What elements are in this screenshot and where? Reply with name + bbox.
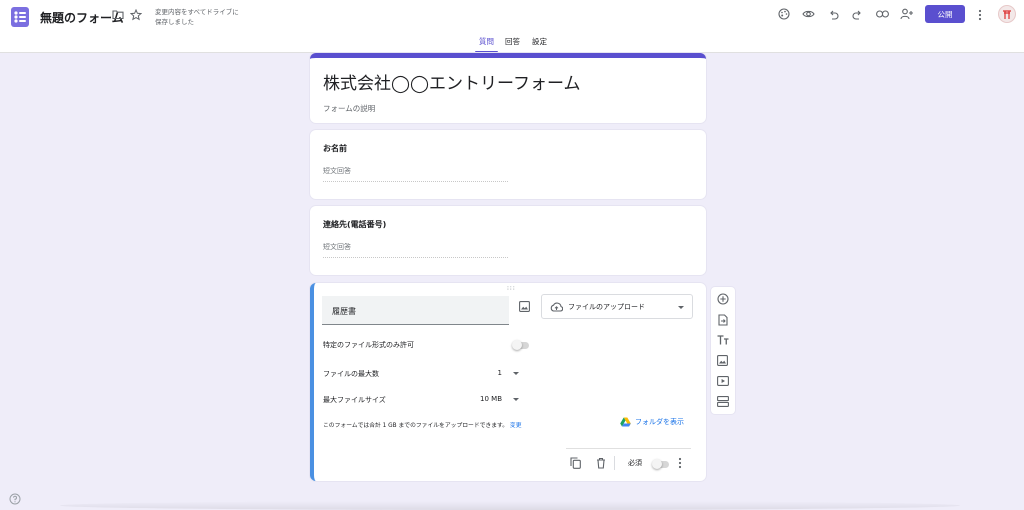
view-folder-link[interactable]: フォルダを表示	[635, 417, 684, 427]
add-title-icon[interactable]	[717, 335, 729, 345]
max-file-size-value: 10 MB	[480, 395, 502, 403]
drive-icon	[620, 417, 631, 427]
question-type-label: ファイルのアップロード	[568, 303, 645, 311]
link-icon[interactable]	[876, 10, 889, 18]
redo-icon[interactable]	[852, 9, 863, 20]
tab-bar: 質問 回答 設定	[0, 36, 1024, 53]
tab-settings[interactable]: 設定	[532, 36, 547, 53]
page-bottom-shadow	[60, 501, 960, 510]
question-card-name[interactable]: お名前 短文回答	[310, 130, 706, 199]
question-label: お名前	[323, 144, 347, 153]
avatar[interactable]	[998, 5, 1016, 23]
delete-icon[interactable]	[596, 457, 606, 469]
add-image-icon[interactable]	[519, 301, 530, 312]
chevron-down-icon	[513, 372, 519, 375]
tab-responses[interactable]: 回答	[505, 36, 520, 53]
max-files-label: ファイルの最大数	[323, 370, 379, 378]
publish-button[interactable]: 公開	[925, 5, 965, 23]
eye-icon[interactable]	[802, 9, 815, 19]
footer-divider	[566, 448, 691, 449]
chevron-down-icon	[513, 398, 519, 401]
question-title-input[interactable]: 履歴書	[322, 296, 509, 325]
footer-separator	[614, 456, 615, 470]
required-label: 必須	[628, 459, 642, 467]
max-file-size-label: 最大ファイルサイズ	[323, 396, 386, 404]
folder-icon[interactable]	[112, 9, 124, 20]
cloud-upload-icon	[550, 302, 563, 312]
file-type-restriction-label: 特定のファイル形式のみ許可	[323, 341, 414, 349]
form-description-placeholder[interactable]: フォームの説明	[323, 103, 375, 114]
add-question-icon[interactable]	[717, 293, 729, 305]
form-title[interactable]: 株式会社◯◯エントリーフォーム	[323, 69, 581, 94]
add-video-icon[interactable]	[717, 376, 729, 386]
question-type-select[interactable]: ファイルのアップロード	[541, 294, 693, 319]
upload-limit-note: このフォームでは合計 1 GB までのファイルをアップロードできます。 変更	[323, 420, 522, 429]
active-question-card[interactable]: ⁝⁝⁝ 履歴書 ファイルのアップロード 特定のファイル形式のみ許可 ファイルの最…	[310, 283, 706, 481]
duplicate-icon[interactable]	[570, 457, 581, 469]
more-vert-icon[interactable]	[678, 457, 682, 469]
upload-limit-text: このフォームでは合計 1 GB までのファイルをアップロードできます。	[323, 423, 509, 429]
import-questions-icon[interactable]	[718, 314, 728, 326]
side-toolbar	[711, 287, 735, 414]
chevron-down-icon	[678, 306, 684, 309]
palette-icon[interactable]	[778, 8, 790, 20]
add-person-icon[interactable]	[900, 8, 914, 20]
add-image-icon[interactable]	[717, 355, 728, 366]
form-title-card[interactable]: 株式会社◯◯エントリーフォーム フォームの説明	[310, 53, 706, 123]
save-status-text: 変更内容をすべてドライブに 保存しました	[155, 8, 239, 26]
star-icon[interactable]	[130, 9, 142, 21]
question-card-phone[interactable]: 連絡先(電話番号) 短文回答	[310, 206, 706, 275]
max-files-value: 1	[497, 369, 502, 377]
tab-questions[interactable]: 質問	[475, 36, 498, 53]
more-vert-icon[interactable]	[978, 9, 982, 21]
short-answer-placeholder: 短文回答	[323, 166, 508, 182]
help-icon[interactable]	[9, 490, 21, 509]
undo-icon[interactable]	[828, 9, 839, 20]
short-answer-placeholder: 短文回答	[323, 242, 508, 258]
drag-handle-icon[interactable]: ⁝⁝⁝	[507, 285, 516, 292]
add-section-icon[interactable]	[717, 396, 729, 407]
change-limit-link[interactable]: 変更	[510, 423, 522, 429]
forms-logo-icon[interactable]	[10, 6, 30, 28]
question-label: 連絡先(電話番号)	[323, 220, 387, 229]
